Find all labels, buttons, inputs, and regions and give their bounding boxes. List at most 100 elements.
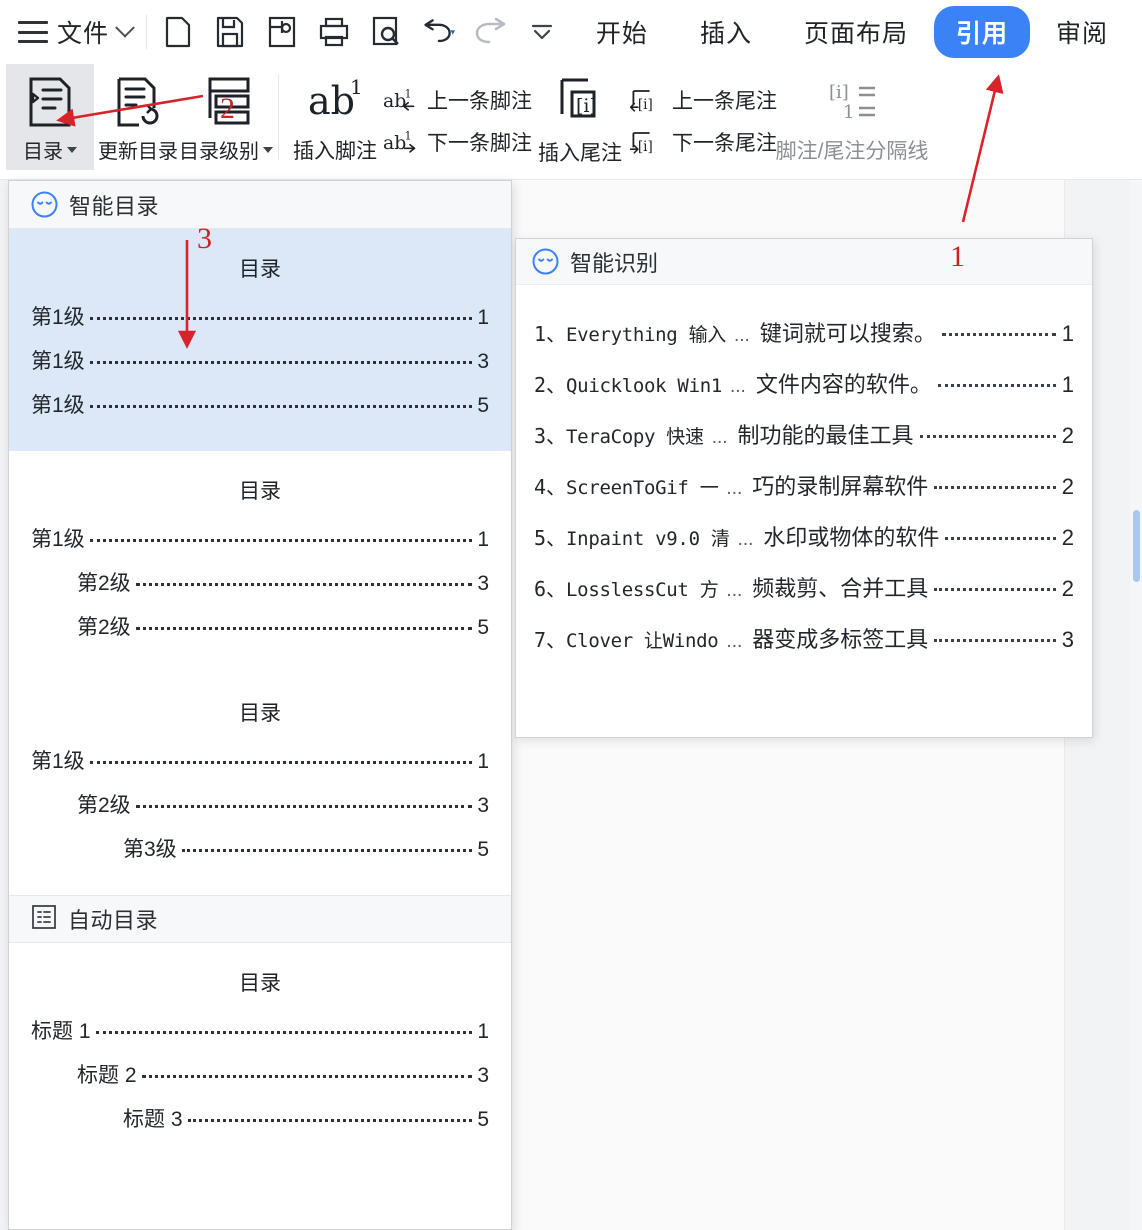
ribbon-group-footnote: ab1 插入脚注 ab1 上一条脚注 ab1 下一条脚注 xyxy=(287,64,532,176)
tab-references[interactable]: 引用 xyxy=(934,6,1030,58)
prev-endnote-button[interactable]: [i] 上一条尾注 xyxy=(628,85,777,115)
next-footnote-button[interactable]: ab1 下一条脚注 xyxy=(383,127,532,157)
leader-dots xyxy=(182,849,473,852)
tab-start[interactable]: 开始 xyxy=(570,7,674,57)
undo-icon[interactable] xyxy=(421,15,455,49)
item-number: 7、 xyxy=(534,624,566,653)
annotation-label-2: 2 xyxy=(220,92,235,126)
toc-preview-entry: 第1级 5 xyxy=(31,389,489,419)
insert-footnote-label: 插入脚注 xyxy=(293,135,377,165)
vertical-scrollbar[interactable] xyxy=(1130,180,1142,1230)
toc-preview-entry: 第2级 3 xyxy=(31,567,489,597)
toc-preview-entry: 第2级 5 xyxy=(31,611,489,641)
list-item[interactable]: 3、 TeraCopy 快速 ... 制功能的最佳工具 2 xyxy=(534,418,1074,450)
redo-icon[interactable] xyxy=(473,15,507,49)
scrollbar-thumb[interactable] xyxy=(1133,510,1140,582)
toc-entry-page: 1 xyxy=(477,1020,489,1044)
ribbon-group-divider xyxy=(278,74,279,160)
svg-text:1: 1 xyxy=(405,87,412,100)
prev-footnote-button[interactable]: ab1 上一条脚注 xyxy=(383,85,532,115)
toc-style-option-2[interactable]: 目录 第1级 1 第2级 3 第2级 5 xyxy=(9,451,511,673)
hamburger-menu-icon[interactable] xyxy=(18,21,48,43)
prev-endnote-icon: [i] xyxy=(628,86,664,114)
ribbon-group-endnote: [i] 插入尾注 [i] 上一条尾注 [i] 下一条尾注 xyxy=(532,64,927,176)
toc-preview-title: 目录 xyxy=(31,253,489,283)
toc-style-option-auto-1[interactable]: 目录 标题 1 1 标题 2 3 标题 3 5 xyxy=(9,943,511,1165)
list-item[interactable]: 6、 LosslessCut 方 ... 频裁剪、合并工具 2 xyxy=(534,571,1074,603)
annotation-label-1: 1 xyxy=(950,240,965,274)
toc-entry-page: 1 xyxy=(477,528,489,552)
toc-preview-entry: 第2级 3 xyxy=(31,789,489,819)
toc-dropdown-menu[interactable]: 智能目录 目录 第1级 1 第1级 3 第1级 5 目录 xyxy=(8,180,512,1230)
item-number: 5、 xyxy=(534,522,566,551)
customize-qat-icon[interactable] xyxy=(525,15,559,49)
item-ellipsis: ... xyxy=(712,427,728,449)
list-item[interactable]: 1、 Everything 输入 ... 键词就可以搜索。 1 xyxy=(534,316,1074,348)
toc-entry-label: 第1级 xyxy=(31,301,85,331)
toc-preview-entry: 第1级 1 xyxy=(31,745,489,775)
save-icon[interactable] xyxy=(213,15,247,49)
new-document-icon[interactable] xyxy=(161,15,195,49)
leader-dots xyxy=(136,583,473,586)
toc-entry-label: 第1级 xyxy=(31,745,85,775)
footnote-endnote-separator-button[interactable]: [i]1 脚注/尾注分隔线 xyxy=(777,64,927,165)
toc-entry-label: 标题 1 xyxy=(31,1015,91,1045)
next-endnote-button[interactable]: [i] 下一条尾注 xyxy=(628,127,777,157)
svg-text:ab: ab xyxy=(308,79,355,123)
smart-recognition-panel[interactable]: 智能识别 1、 Everything 输入 ... 键词就可以搜索。 1 2、 … xyxy=(515,238,1093,738)
toc-entry-page: 3 xyxy=(477,572,489,596)
item-number: 4、 xyxy=(534,471,566,500)
toc-style-option-1[interactable]: 目录 第1级 1 第1级 3 第1级 5 xyxy=(9,229,511,451)
prev-footnote-label: 上一条脚注 xyxy=(427,85,532,115)
toc-entry-page: 1 xyxy=(477,750,489,774)
item-tail: 巧的录制屏幕软件 xyxy=(752,469,928,501)
chevron-down-icon[interactable] xyxy=(115,18,135,38)
list-item[interactable]: 5、 Inpaint v9.0 清 ... 水印或物体的软件 2 xyxy=(534,520,1074,552)
leader-dots xyxy=(142,1075,473,1078)
item-tail: 水印或物体的软件 xyxy=(763,520,939,552)
leader-dots xyxy=(934,486,1055,489)
list-item[interactable]: 2、 Quicklook Win1 ... 文件内容的软件。 1 xyxy=(534,367,1074,399)
endnote-nav-group: [i] 上一条尾注 [i] 下一条尾注 xyxy=(628,64,777,170)
leader-dots xyxy=(90,361,473,364)
export-pdf-icon[interactable] xyxy=(265,15,299,49)
toc-level-button-label: 目录级别 xyxy=(179,135,259,164)
smart-recognition-title: 智能识别 xyxy=(570,246,658,278)
update-toc-button-label: 更新目录 xyxy=(98,135,178,164)
toc-entry-page: 3 xyxy=(477,350,489,374)
separator-icon: [i]1 xyxy=(817,76,887,129)
insert-footnote-icon: ab1 xyxy=(304,76,366,129)
tab-review[interactable]: 审阅 xyxy=(1030,7,1134,57)
item-page: 3 xyxy=(1062,627,1074,653)
item-tail: 器变成多标签工具 xyxy=(752,622,928,654)
leader-dots xyxy=(934,588,1055,591)
smart-recognition-header: 智能识别 xyxy=(516,239,1092,285)
tab-page-layout[interactable]: 页面布局 xyxy=(778,7,934,57)
print-preview-icon[interactable] xyxy=(369,15,403,49)
toc-style-option-3[interactable]: 目录 第1级 1 第2级 3 第3级 5 xyxy=(9,673,511,895)
tab-insert[interactable]: 插入 xyxy=(674,7,778,57)
toc-button[interactable]: 目录 xyxy=(6,64,94,170)
insert-endnote-button[interactable]: [i] 插入尾注 xyxy=(532,64,628,167)
file-menu-button[interactable]: 文件 xyxy=(0,0,132,64)
item-title: Quicklook Win1 xyxy=(566,375,722,397)
insert-footnote-button[interactable]: ab1 插入脚注 xyxy=(287,64,383,165)
update-toc-button[interactable]: 更新目录 xyxy=(94,64,182,170)
chevron-down-icon[interactable] xyxy=(263,147,273,153)
svg-text:ab: ab xyxy=(383,132,406,154)
list-item[interactable]: 7、 Clover 让Windo ... 器变成多标签工具 3 xyxy=(534,622,1074,654)
leader-dots xyxy=(938,384,1056,387)
print-icon[interactable] xyxy=(317,15,351,49)
list-item[interactable]: 4、 ScreenToGif 一 ... 巧的录制屏幕软件 2 xyxy=(534,469,1074,501)
annotation-label-3: 3 xyxy=(197,222,212,256)
item-ellipsis: ... xyxy=(730,376,746,398)
leader-dots xyxy=(136,627,473,630)
item-title: Inpaint v9.0 清 xyxy=(566,524,730,551)
insert-endnote-label: 插入尾注 xyxy=(538,137,622,167)
next-endnote-icon: [i] xyxy=(628,128,664,156)
chevron-down-icon[interactable] xyxy=(67,147,77,153)
leader-dots xyxy=(90,405,473,408)
separator-label: 脚注/尾注分隔线 xyxy=(776,135,929,165)
toc-preview-entry: 第1级 3 xyxy=(31,345,489,375)
toc-entry-page: 5 xyxy=(477,1108,489,1132)
